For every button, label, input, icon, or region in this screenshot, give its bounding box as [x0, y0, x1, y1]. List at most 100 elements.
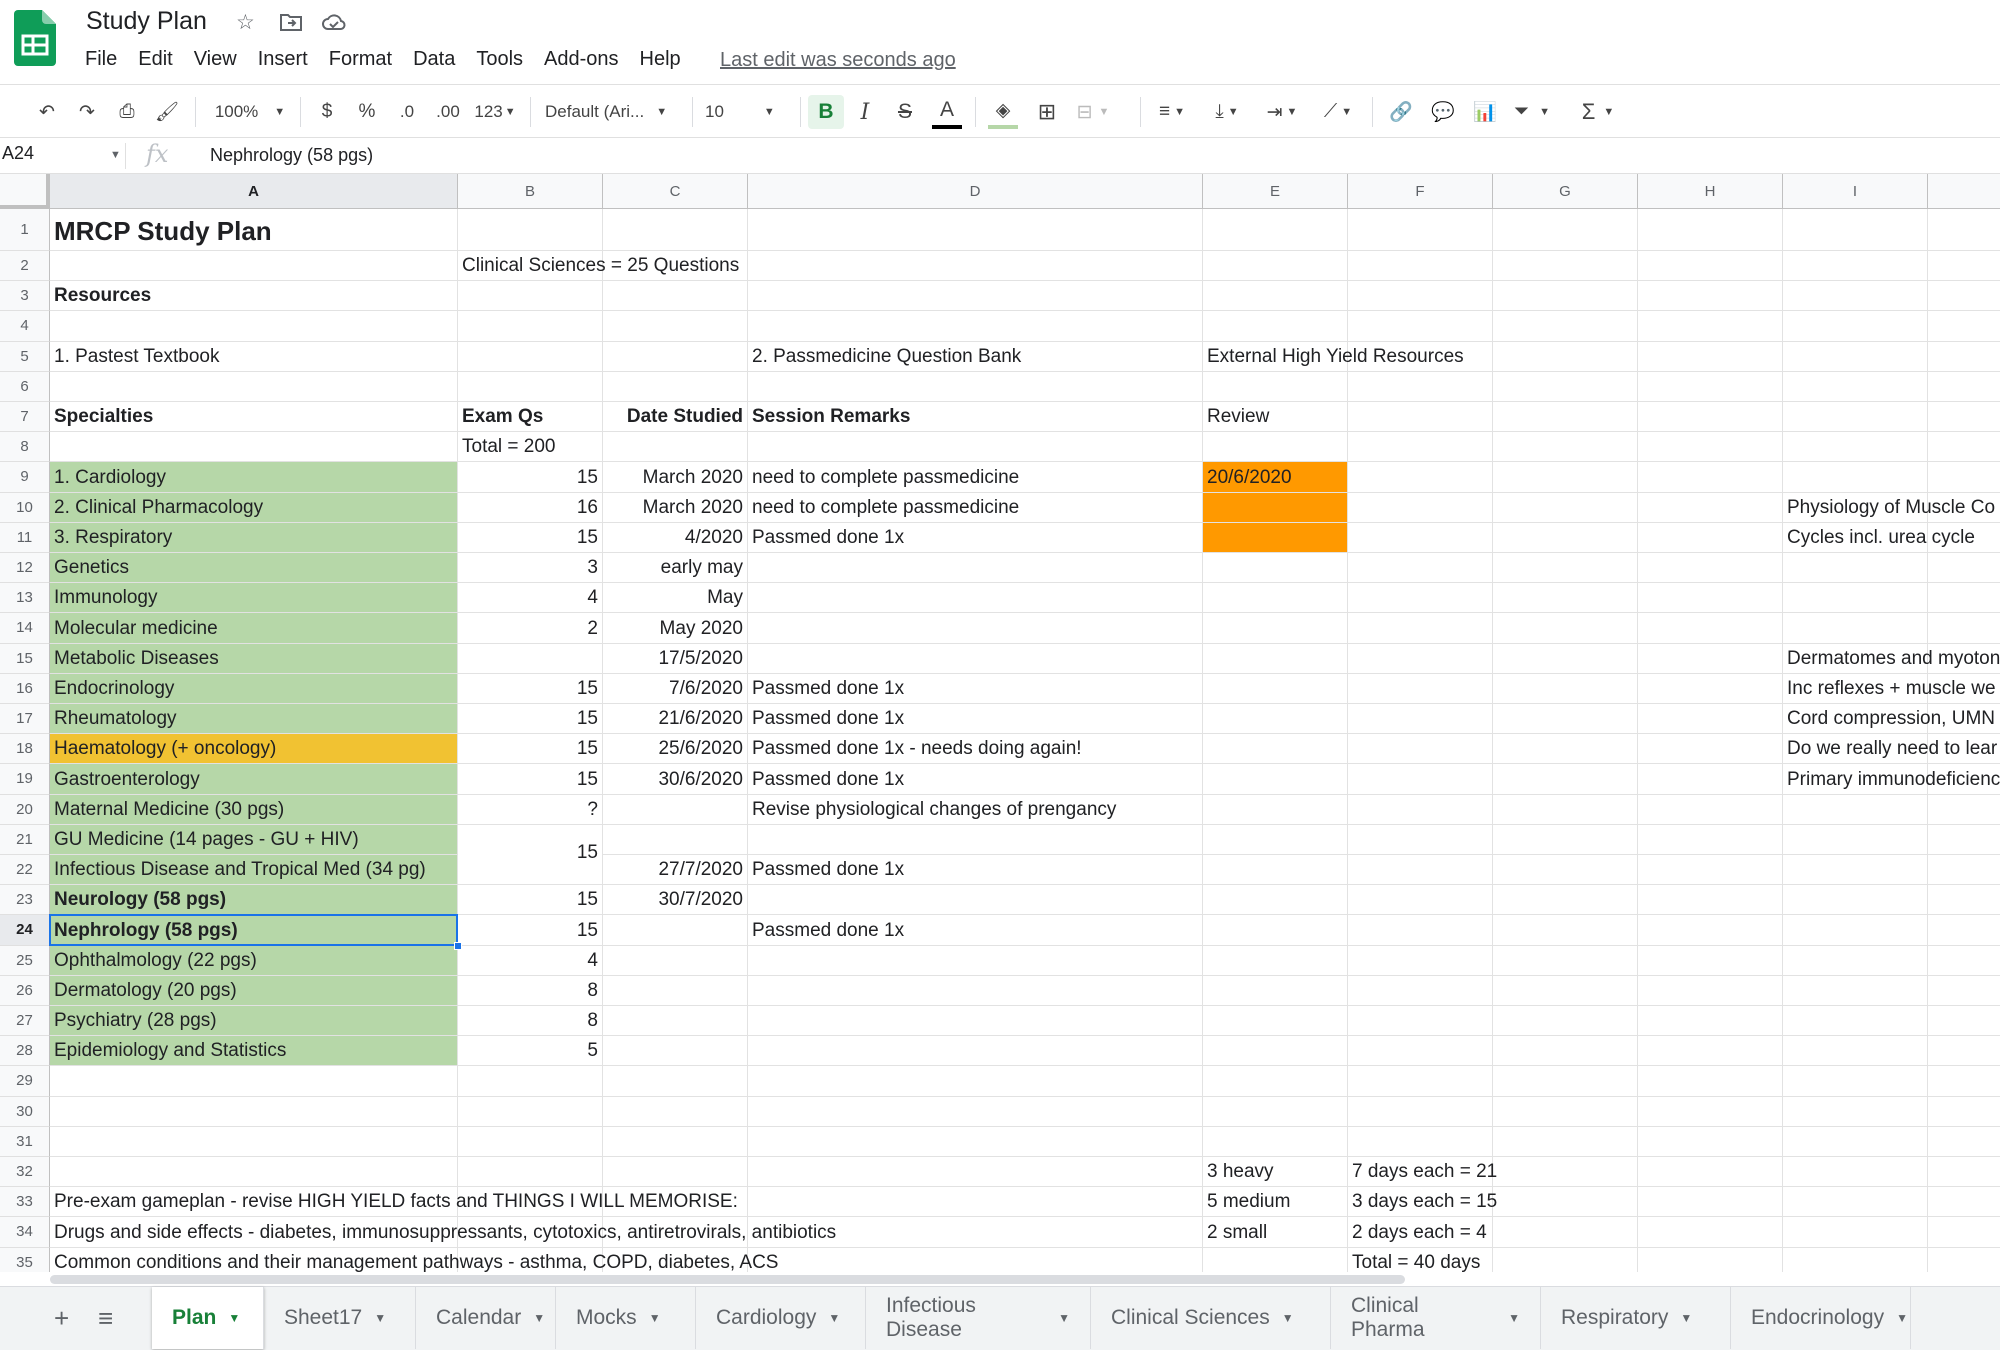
cell-a35[interactable]: Common conditions and their management p… [50, 1247, 778, 1272]
cell-c15[interactable]: 17/5/2020 [603, 643, 748, 674]
cell-b8[interactable]: Total = 200 [458, 432, 603, 463]
cell-h35[interactable] [1638, 1247, 1783, 1272]
cell-d22[interactable]: Passmed done 1x [748, 855, 1203, 886]
cell-g26[interactable] [1493, 975, 1638, 1006]
cell-e24[interactable] [1203, 915, 1348, 946]
cell-f1[interactable] [1348, 209, 1493, 251]
cell-f10[interactable] [1348, 492, 1493, 523]
cell-a7[interactable]: Specialties [50, 402, 458, 433]
cell-g17[interactable] [1493, 704, 1638, 735]
cell-h17[interactable] [1638, 704, 1783, 735]
cell-e23[interactable] [1203, 885, 1348, 916]
sheet-tab-clinical-pharma[interactable]: Clinical Pharma ▼ [1331, 1287, 1541, 1349]
row-header-22[interactable]: 22 [0, 855, 50, 886]
cell-j7[interactable] [1928, 402, 2000, 433]
cell-j6[interactable] [1928, 372, 2000, 402]
cell-d18[interactable]: Passmed done 1x - needs doing again! [748, 734, 1203, 765]
cell-i10[interactable]: Physiology of Muscle Co [1783, 492, 1995, 523]
cell-f23[interactable] [1348, 885, 1493, 916]
add-sheet-icon[interactable]: + [54, 1303, 69, 1334]
row-header-19[interactable]: 19 [0, 764, 50, 795]
sheet-tab-respiratory[interactable]: Respiratory ▼ [1541, 1287, 1731, 1349]
cell-h18[interactable] [1638, 734, 1783, 765]
cell-d2[interactable] [748, 251, 1203, 282]
cell-b21[interactable]: 15 [458, 824, 603, 886]
cell-e31[interactable] [1203, 1126, 1348, 1157]
cell-g31[interactable] [1493, 1126, 1638, 1157]
cell-a3[interactable]: Resources [50, 281, 458, 312]
row-header-29[interactable]: 29 [0, 1066, 50, 1097]
cell-h13[interactable] [1638, 583, 1783, 614]
decrease-decimal-button[interactable]: .0 [390, 95, 424, 129]
cell-h33[interactable] [1638, 1187, 1783, 1218]
cell-e25[interactable] [1203, 945, 1348, 976]
cell-g18[interactable] [1493, 734, 1638, 765]
cell-d1[interactable] [748, 209, 1203, 251]
cell-h2[interactable] [1638, 251, 1783, 282]
chevron-down-icon[interactable]: ▼ [828, 1311, 840, 1325]
row-header-1[interactable]: 1 [0, 209, 50, 251]
cell-f32[interactable]: 7 days each = 21 [1348, 1157, 1497, 1188]
cell-b29[interactable] [458, 1066, 603, 1097]
cell-g3[interactable] [1493, 281, 1638, 312]
cell-j20[interactable] [1928, 795, 2000, 825]
cell-b6[interactable] [458, 371, 603, 402]
cell-a24[interactable]: Nephrology (58 pgs) [50, 915, 458, 946]
cell-j9[interactable] [1928, 462, 2000, 493]
cell-b4[interactable] [458, 311, 603, 342]
cell-g24[interactable] [1493, 915, 1638, 946]
cell-f2[interactable] [1348, 251, 1493, 282]
cell-c25[interactable] [603, 945, 748, 976]
cell-a28[interactable]: Epidemiology and Statistics [50, 1036, 458, 1067]
cell-j3[interactable] [1928, 281, 2000, 312]
more-formats-select[interactable]: 123 ▼ [470, 95, 520, 129]
row-header-34[interactable]: 34 [0, 1217, 50, 1248]
last-edit-link[interactable]: Last edit was seconds ago [720, 49, 956, 72]
cell-h1[interactable] [1638, 209, 1783, 251]
cell-i12[interactable] [1783, 553, 1928, 584]
cell-h3[interactable] [1638, 281, 1783, 312]
cell-f12[interactable] [1348, 553, 1493, 584]
chevron-down-icon[interactable]: ▼ [228, 1311, 240, 1325]
cell-i17[interactable]: Cord compression, UMN [1783, 704, 1995, 735]
cell-e3[interactable] [1203, 281, 1348, 312]
cell-i4[interactable] [1783, 311, 1928, 342]
cell-d23[interactable] [748, 885, 1203, 916]
scroll-thumb[interactable] [50, 1275, 1405, 1284]
sheet-tab-mocks[interactable]: Mocks ▼ [556, 1287, 696, 1349]
cell-c20[interactable] [603, 794, 748, 825]
cell-c8[interactable] [603, 432, 748, 463]
undo-icon[interactable]: ↶ [32, 95, 62, 129]
cell-h9[interactable] [1638, 462, 1783, 493]
menu-insert[interactable]: Insert [258, 48, 308, 71]
cell-d28[interactable] [748, 1036, 1203, 1067]
cell-i32[interactable] [1783, 1157, 1928, 1188]
cell-h23[interactable] [1638, 885, 1783, 916]
cell-j21[interactable] [1928, 825, 2000, 855]
cell-c30[interactable] [603, 1096, 748, 1127]
cell-g8[interactable] [1493, 432, 1638, 463]
text-color-button[interactable]: A [932, 95, 962, 129]
cell-i21[interactable] [1783, 824, 1928, 855]
cell-c24[interactable] [603, 915, 748, 946]
cell-i13[interactable] [1783, 583, 1928, 614]
chevron-down-icon[interactable]: ▼ [1058, 1311, 1070, 1325]
cell-b7[interactable]: Exam Qs [458, 402, 603, 433]
cell-j32[interactable] [1928, 1157, 2000, 1188]
menu-file[interactable]: File [85, 48, 117, 71]
cell-e12[interactable] [1203, 553, 1348, 584]
cell-b25[interactable]: 4 [458, 945, 603, 976]
cell-h21[interactable] [1638, 824, 1783, 855]
sheet-tab-plan[interactable]: Plan ▼ [152, 1287, 264, 1349]
cell-a33[interactable]: Pre-exam gameplan - revise HIGH YIELD fa… [50, 1187, 738, 1218]
cell-b19[interactable]: 15 [458, 764, 603, 795]
cell-h25[interactable] [1638, 945, 1783, 976]
sheet-tab-endocrinology[interactable]: Endocrinology ▼ [1731, 1287, 1911, 1349]
cell-g10[interactable] [1493, 492, 1638, 523]
cell-b9[interactable]: 15 [458, 462, 603, 493]
cell-d21[interactable] [748, 824, 1203, 855]
cell-e32[interactable]: 3 heavy [1203, 1157, 1348, 1188]
cell-g30[interactable] [1493, 1096, 1638, 1127]
cell-d26[interactable] [748, 975, 1203, 1006]
column-header-i[interactable]: I [1783, 174, 1928, 209]
